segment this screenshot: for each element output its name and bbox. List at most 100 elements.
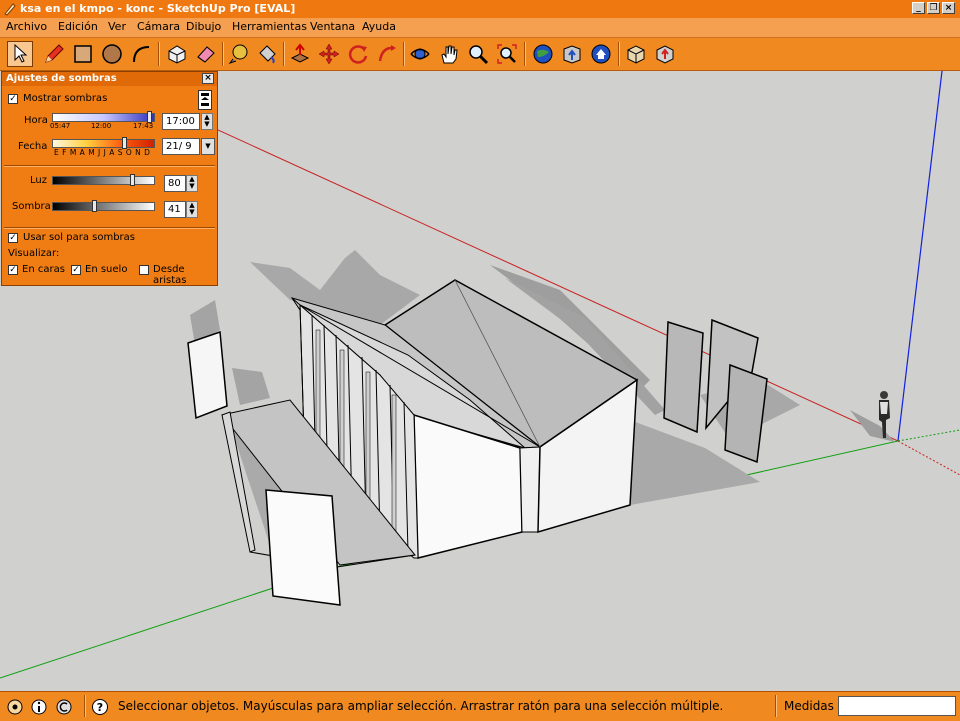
share-model-button[interactable] (559, 41, 585, 67)
panel-collapse-button[interactable] (198, 90, 212, 110)
panel-divider (4, 165, 215, 167)
zoom-extents-icon (497, 44, 517, 64)
close-window-button[interactable]: × (942, 2, 955, 14)
geo-location-icon[interactable] (6, 698, 24, 716)
from-edges-label: Desde aristas (153, 264, 187, 286)
on-faces-label: En caras (22, 264, 65, 275)
rotate-icon (348, 45, 368, 64)
eraser-tool-button[interactable] (193, 41, 219, 67)
use-sun-checkbox[interactable]: ✓ (8, 233, 18, 243)
orbit-icon (410, 48, 430, 60)
credits-icon[interactable] (30, 698, 48, 716)
panel-right-1 (663, 320, 704, 434)
pencil-icon (45, 44, 64, 63)
shade-slider[interactable] (52, 200, 155, 212)
paint-bucket-button[interactable] (254, 41, 280, 67)
date-label: Fecha (18, 141, 48, 152)
get-models-icon (533, 44, 553, 64)
window-title: ksa en el kmpo - konc - SketchUp Pro [EV… (20, 2, 296, 15)
move-tool-button[interactable] (316, 41, 342, 67)
shade-spinner[interactable]: ▲ ▼ (186, 201, 198, 218)
hour-label: Hora (24, 115, 48, 126)
menu-herramientas[interactable]: Herramientas (232, 20, 307, 33)
date-slider[interactable] (52, 137, 155, 149)
svg-text:?: ? (97, 701, 103, 714)
toolbar-separator (618, 42, 620, 66)
panel-front (265, 489, 341, 606)
panel-left (187, 330, 228, 420)
shadow-settings-panel: Ajustes de sombras × ✓ Mostrar sombras H… (1, 71, 218, 286)
date-dropdown-button[interactable]: ▼ (201, 138, 215, 155)
on-faces-checkbox[interactable]: ✓ (8, 265, 18, 275)
green-axis-negative (897, 429, 960, 442)
from-edges-checkbox[interactable] (139, 265, 149, 275)
hour-input[interactable]: 17:00 (162, 113, 200, 130)
menu-ver[interactable]: Ver (108, 20, 126, 33)
tape-measure-button[interactable] (226, 41, 252, 67)
rotate-tool-button[interactable] (345, 41, 371, 67)
minimize-button[interactable]: _ (912, 2, 925, 14)
pan-icon (441, 45, 458, 64)
restore-button[interactable]: ❐ (927, 2, 940, 14)
hour-spinner[interactable]: ▲ ▼ (201, 113, 213, 130)
hour-slider[interactable] (52, 111, 155, 123)
menu-edicion[interactable]: Edición (58, 20, 98, 33)
select-tool-button[interactable] (7, 41, 33, 67)
warehouse-button[interactable] (588, 41, 614, 67)
pencil-tool-button[interactable] (41, 41, 67, 67)
on-ground-checkbox[interactable]: ✓ (71, 265, 81, 275)
hour-tick-end: 17:43 (133, 122, 154, 130)
light-input[interactable]: 80 (164, 175, 186, 192)
pan-tool-button[interactable] (436, 41, 462, 67)
measures-input[interactable] (838, 696, 956, 716)
warehouse-icon (591, 44, 611, 64)
push-pull-button[interactable] (287, 41, 313, 67)
tape-measure-icon (228, 44, 248, 64)
light-spinner[interactable]: ▲ ▼ (186, 175, 198, 192)
shade-slider-thumb[interactable] (92, 200, 97, 212)
share-model-icon (563, 45, 581, 64)
orbit-tool-button[interactable] (407, 41, 433, 67)
light-slider-thumb[interactable] (130, 174, 135, 186)
menu-archivo[interactable]: Archivo (6, 20, 47, 33)
components-icon (627, 45, 645, 64)
paint-bucket-icon (259, 45, 276, 64)
light-slider[interactable] (52, 174, 155, 186)
panel-header: Ajustes de sombras × (2, 72, 217, 86)
status-bar: ? Seleccionar objetos. Mayúsculas para a… (0, 691, 960, 721)
circle-tool-button[interactable] (99, 41, 125, 67)
follow-me-button[interactable] (374, 41, 400, 67)
date-input[interactable]: 21/ 9 (162, 138, 200, 155)
rectangle-tool-button[interactable] (70, 41, 96, 67)
rectangle-icon (74, 45, 92, 63)
panel-shadow-small (232, 368, 270, 405)
menu-camara[interactable]: Cámara (137, 20, 180, 33)
arc-tool-button[interactable] (128, 41, 154, 67)
shade-input[interactable]: 41 (164, 201, 186, 218)
toolbar-separator (403, 42, 405, 66)
share-component-button[interactable] (652, 41, 678, 67)
help-icon[interactable]: ? (91, 698, 109, 716)
status-divider (84, 695, 86, 717)
panel-close-button[interactable]: × (202, 73, 214, 84)
menu-ventana[interactable]: Ventana (310, 20, 355, 33)
date-month-ticks: E F M A M J J A S O N D (54, 148, 151, 157)
blue-axis (897, 71, 943, 442)
select-icon (14, 44, 28, 63)
toolbar (0, 38, 960, 71)
sign-in-icon[interactable] (55, 698, 73, 716)
menu-ayuda[interactable]: Ayuda (362, 20, 396, 33)
hour-tick-start: 05:47 (50, 122, 71, 130)
make-component-button[interactable] (164, 41, 190, 67)
share-component-icon (656, 45, 674, 64)
use-sun-label: Usar sol para sombras (23, 232, 135, 243)
menu-dibujo[interactable]: Dibujo (186, 20, 221, 33)
zoom-extents-button[interactable] (494, 41, 520, 67)
get-models-button[interactable] (530, 41, 556, 67)
light-label: Luz (30, 175, 47, 186)
status-divider (775, 695, 777, 717)
circle-icon (102, 44, 122, 64)
zoom-tool-button[interactable] (465, 41, 491, 67)
components-button[interactable] (623, 41, 649, 67)
show-shadows-checkbox[interactable]: ✓ (8, 94, 18, 104)
